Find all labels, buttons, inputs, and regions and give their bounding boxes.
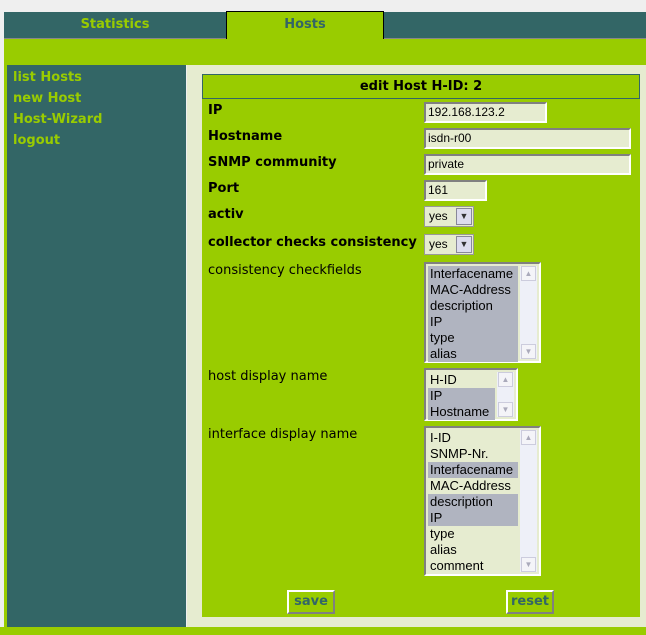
host-display-label: host display name <box>208 369 328 384</box>
form-title: edit Host H-ID: 2 <box>202 74 640 99</box>
list-option[interactable]: I-ID <box>428 430 518 446</box>
interface-display-label: interface display name <box>208 427 358 442</box>
sidebar-item-host-wizard[interactable]: Host-Wizard <box>13 109 186 130</box>
sidebar-item-new-host[interactable]: new Host <box>13 88 186 109</box>
ip-label: IP <box>208 103 223 118</box>
hostname-label: Hostname <box>208 129 283 144</box>
activ-select[interactable]: yes ▼ <box>424 206 474 227</box>
tab-bar: Statistics Hosts <box>4 11 646 39</box>
scroll-down-icon[interactable]: ▼ <box>521 344 536 359</box>
activ-value: yes <box>429 209 448 223</box>
tab-hosts[interactable]: Hosts <box>226 11 384 39</box>
scroll-up-icon[interactable]: ▲ <box>521 430 536 445</box>
list-option[interactable]: type <box>428 330 518 346</box>
sidebar-item-list-hosts[interactable]: list Hosts <box>13 67 186 88</box>
list-option[interactable]: alias <box>428 542 518 558</box>
list-option[interactable]: MAC-Address <box>428 282 518 298</box>
sidebar-item-logout[interactable]: logout <box>13 130 186 151</box>
list-option[interactable]: Interfacename <box>428 462 518 478</box>
tab-statistics[interactable]: Statistics <box>4 12 226 38</box>
reset-button[interactable]: reset <box>506 590 554 614</box>
checkfields-label: consistency checkfields <box>208 263 362 278</box>
port-input[interactable]: 161 <box>424 180 487 201</box>
list-option[interactable]: Hostname <box>428 404 495 420</box>
collector-value: yes <box>429 237 448 251</box>
footer-band <box>0 627 646 635</box>
list-option[interactable]: Interfacename <box>428 266 518 282</box>
list-option[interactable]: MAC-Address <box>428 478 518 494</box>
host-display-list[interactable]: H-ID IP Hostname ▲ ▼ <box>424 368 518 421</box>
list-option[interactable]: alias <box>428 346 518 362</box>
scroll-down-icon[interactable]: ▼ <box>521 557 536 572</box>
scroll-up-icon[interactable]: ▲ <box>498 372 513 387</box>
list-option[interactable]: comment <box>428 558 518 574</box>
sidebar: list Hosts new Host Host-Wizard logout <box>4 65 186 627</box>
list-option[interactable]: IP <box>428 388 495 404</box>
scroll-down-icon[interactable]: ▼ <box>498 402 513 417</box>
interface-display-list[interactable]: I-ID SNMP-Nr. Interfacename MAC-Address desc… <box>424 426 541 576</box>
list-option[interactable]: description <box>428 298 518 314</box>
header-band <box>4 39 646 65</box>
snmp-community-label: SNMP community <box>208 155 337 170</box>
list-option[interactable]: IP <box>428 510 518 526</box>
save-button[interactable]: save <box>287 590 335 614</box>
snmp-community-input[interactable]: private <box>424 154 631 175</box>
list-option[interactable]: H-ID <box>428 372 495 388</box>
collector-label: collector checks consistency <box>208 235 417 250</box>
activ-label: activ <box>208 207 244 222</box>
chevron-down-icon[interactable]: ▼ <box>456 236 472 253</box>
ip-input[interactable]: 192.168.123.2 <box>424 102 547 123</box>
hostname-input[interactable]: isdn-r00 <box>424 128 631 149</box>
chevron-down-icon[interactable]: ▼ <box>456 208 472 225</box>
list-option[interactable]: SNMP-Nr. <box>428 446 518 462</box>
scrollbar[interactable]: ▲ ▼ <box>520 430 537 572</box>
scroll-up-icon[interactable]: ▲ <box>521 266 536 281</box>
collector-select[interactable]: yes ▼ <box>424 234 474 255</box>
scrollbar[interactable]: ▲ ▼ <box>497 372 514 417</box>
list-option[interactable]: type <box>428 526 518 542</box>
port-label: Port <box>208 181 240 196</box>
list-option[interactable]: description <box>428 494 518 510</box>
checkfields-list[interactable]: Interfacename MAC-Address description IP typ… <box>424 262 541 363</box>
scrollbar[interactable]: ▲ ▼ <box>520 266 537 359</box>
list-option[interactable]: IP <box>428 314 518 330</box>
